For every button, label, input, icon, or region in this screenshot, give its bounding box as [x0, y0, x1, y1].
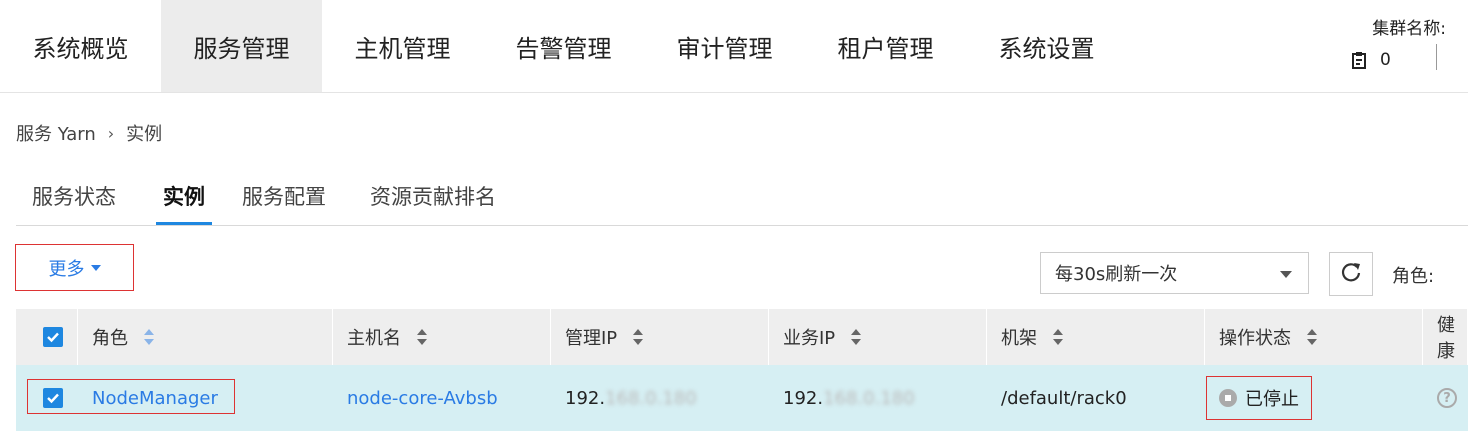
- more-button[interactable]: 更多: [15, 244, 134, 291]
- header-biz-ip[interactable]: 业务IP: [769, 309, 987, 365]
- header-mgmt-ip[interactable]: 管理IP: [551, 309, 769, 365]
- breadcrumb-separator: ›: [107, 123, 115, 143]
- more-button-content: 更多: [49, 255, 101, 281]
- divider: [1436, 44, 1437, 70]
- menu-item-tenants[interactable]: 租户管理: [805, 0, 966, 92]
- header-role[interactable]: 角色: [78, 309, 333, 365]
- tab-instances[interactable]: 实例: [156, 170, 212, 225]
- cluster-name-label: 集群名称:: [1372, 19, 1446, 39]
- refresh-interval-value: 每30s刷新一次: [1055, 264, 1178, 285]
- chevron-down-icon: [1280, 271, 1292, 278]
- menu-item-overview[interactable]: 系统概览: [0, 0, 161, 92]
- cell-rack: /default/rack0: [987, 365, 1205, 431]
- sort-icon[interactable]: [851, 329, 862, 345]
- sort-icon[interactable]: [417, 329, 427, 345]
- cell-biz-ip: 192. 168.0.180: [769, 365, 987, 431]
- menu-item-services[interactable]: 服务管理: [161, 0, 322, 92]
- refresh-interval-select[interactable]: 每30s刷新一次: [1040, 252, 1309, 294]
- cell-health: ?: [1423, 365, 1468, 431]
- cell-mgmt-ip: 192. 168.0.180: [551, 365, 769, 431]
- header-biz-ip-label: 业务IP: [783, 328, 836, 349]
- sort-icon[interactable]: [144, 329, 154, 345]
- biz-ip-redacted: 168.0.180: [823, 387, 915, 409]
- task-count: 0: [1380, 50, 1391, 70]
- breadcrumb-service[interactable]: 服务 Yarn: [16, 120, 96, 146]
- clipboard-icon: [1352, 51, 1366, 69]
- instance-table: 角色 主机名 管理IP 业务IP 机架 操作状态 健康 NodeManager …: [16, 309, 1468, 431]
- highlight-box-role: [27, 379, 235, 414]
- highlight-box-status: [1206, 376, 1312, 420]
- header-rack-label: 机架: [1001, 328, 1037, 349]
- header-hostname-label: 主机名: [347, 328, 401, 349]
- header-mgmt-ip-label: 管理IP: [565, 328, 618, 349]
- refresh-icon: [1340, 261, 1362, 287]
- tab-service-config[interactable]: 服务配置: [240, 170, 328, 225]
- mgmt-ip-redacted: 168.0.180: [605, 387, 697, 409]
- tab-service-status[interactable]: 服务状态: [30, 170, 118, 225]
- refresh-button[interactable]: [1329, 252, 1373, 296]
- more-button-label: 更多: [48, 258, 85, 280]
- menu-item-hosts[interactable]: 主机管理: [322, 0, 483, 92]
- sort-icon[interactable]: [633, 329, 644, 345]
- header-op-status[interactable]: 操作状态: [1205, 309, 1423, 365]
- hostname-link[interactable]: node-core-Avbsb: [347, 388, 498, 409]
- rack-value: /default/rack0: [1001, 387, 1127, 409]
- top-navigation: 系统概览 服务管理 主机管理 告警管理 审计管理 租户管理 系统设置 集群名称:…: [0, 0, 1468, 93]
- cell-hostname: node-core-Avbsb: [333, 365, 551, 431]
- menu-item-alarms[interactable]: 告警管理: [483, 0, 644, 92]
- select-all-checkbox[interactable]: [43, 327, 63, 347]
- breadcrumb: 服务 Yarn › 实例: [16, 120, 162, 146]
- header-rack[interactable]: 机架: [987, 309, 1205, 365]
- role-filter-label: 角色:: [1392, 266, 1435, 287]
- main-menu: 系统概览 服务管理 主机管理 告警管理 审计管理 租户管理 系统设置: [0, 0, 1127, 92]
- header-health[interactable]: 健康: [1423, 309, 1468, 365]
- biz-ip-prefix: 192.: [783, 387, 824, 409]
- tab-resource-ranking[interactable]: 资源贡献排名: [367, 170, 499, 225]
- table-header: 角色 主机名 管理IP 业务IP 机架 操作状态 健康: [16, 309, 1468, 365]
- sort-icon[interactable]: [1053, 329, 1063, 345]
- header-health-label: 健康: [1437, 315, 1455, 362]
- task-indicator[interactable]: 0: [1352, 50, 1391, 70]
- breadcrumb-current: 实例: [126, 124, 163, 145]
- caret-down-icon: [90, 264, 101, 271]
- service-tabs: 服务状态 实例 服务配置 资源贡献排名: [16, 170, 1468, 226]
- header-hostname[interactable]: 主机名: [333, 309, 551, 365]
- menu-item-audit[interactable]: 审计管理: [644, 0, 805, 92]
- select-all-cell: [16, 309, 78, 365]
- mgmt-ip-prefix: 192.: [565, 387, 606, 409]
- sort-icon[interactable]: [1307, 329, 1317, 345]
- header-role-label: 角色: [92, 328, 128, 349]
- header-op-status-label: 操作状态: [1219, 328, 1291, 349]
- help-icon[interactable]: ?: [1437, 388, 1457, 408]
- menu-item-settings[interactable]: 系统设置: [966, 0, 1127, 92]
